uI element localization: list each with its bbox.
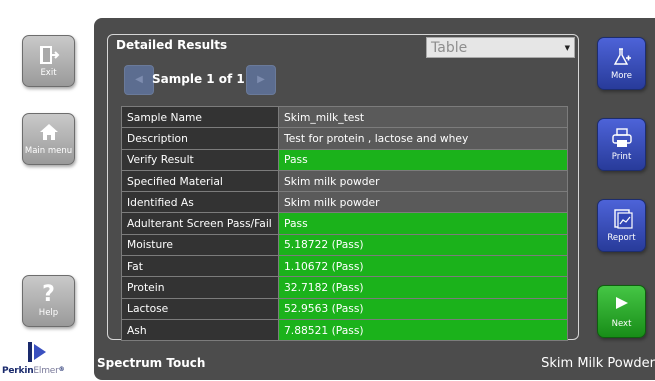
result-label: Moisture <box>121 233 279 257</box>
play-arrow-icon <box>598 295 645 315</box>
help-button[interactable]: ? Help <box>22 275 75 327</box>
result-row: Ash 7.88521 (Pass) <box>121 318 568 342</box>
result-value: Test for protein , lactose and whey <box>278 127 568 150</box>
left-arrow-icon: ◀ <box>135 74 143 85</box>
right-arrow-icon: ▶ <box>257 74 265 85</box>
report-button[interactable]: Report <box>597 199 646 252</box>
result-label: Verify Result <box>121 148 279 171</box>
logo-mark-icon <box>28 342 46 362</box>
next-sample-button[interactable]: ▶ <box>246 65 276 95</box>
app-name: Spectrum Touch <box>97 356 206 370</box>
result-value: 5.18722 (Pass) <box>278 233 568 257</box>
result-value: 32.7182 (Pass) <box>278 276 568 299</box>
panel-title: Detailed Results <box>116 38 228 52</box>
perkinelmer-logo: PerkinElmer® <box>2 340 90 380</box>
print-button[interactable]: Print <box>597 118 646 171</box>
result-value: Pass <box>278 148 568 171</box>
result-value: 52.9563 (Pass) <box>278 297 568 320</box>
report-label: Report <box>607 233 636 243</box>
result-label: Fat <box>121 255 279 278</box>
result-row: Verify Result Pass <box>121 148 568 171</box>
result-row: Specified Material Skim milk powder <box>121 169 568 193</box>
logo-wordmark: PerkinElmer® <box>2 366 65 376</box>
result-label: Lactose <box>121 297 279 320</box>
result-label: Adulterant Screen Pass/Fail <box>121 212 279 235</box>
result-row: Protein 32.7182 (Pass) <box>121 276 568 299</box>
sample-counter: Sample 1 of 1 <box>152 72 245 86</box>
more-button[interactable]: More <box>597 37 646 90</box>
result-label: Specified Material <box>121 169 279 193</box>
result-value: 1.10672 (Pass) <box>278 255 568 278</box>
more-label: More <box>610 71 633 81</box>
results-panel: Detailed Results Table ▼ ◀ Sample 1 of 1… <box>94 18 655 380</box>
result-label: Sample Name <box>121 105 279 129</box>
result-row: Lactose 52.9563 (Pass) <box>121 297 568 320</box>
help-label: Help <box>38 308 59 318</box>
result-row: Adulterant Screen Pass/Fail Pass <box>121 212 568 235</box>
view-select-value: Table <box>431 40 468 56</box>
result-label: Description <box>121 127 279 150</box>
view-select[interactable]: Table ▼ <box>426 37 575 58</box>
dropdown-arrow-icon: ▼ <box>564 44 570 52</box>
main-menu-label: Main menu <box>24 146 73 156</box>
prev-sample-button[interactable]: ◀ <box>124 65 154 95</box>
result-row: Sample Name Skim_milk_test <box>121 105 568 129</box>
material-name: Skim Milk Powder <box>541 356 655 371</box>
report-icon <box>598 209 645 229</box>
exit-button[interactable]: Exit <box>22 35 75 87</box>
printer-icon <box>598 128 645 148</box>
result-row: Fat 1.10672 (Pass) <box>121 255 568 278</box>
result-value: 7.88521 (Pass) <box>278 318 568 342</box>
results-table: Sample Name Skim_milk_test Description Test… <box>121 105 568 342</box>
home-icon <box>23 123 74 143</box>
result-row: Description Test for protein , lactose an… <box>121 127 568 150</box>
result-row: Moisture 5.18722 (Pass) <box>121 233 568 257</box>
result-value: Skim_milk_test <box>278 105 568 129</box>
result-value: Pass <box>278 212 568 235</box>
result-label: Ash <box>121 318 279 342</box>
exit-icon <box>23 45 74 65</box>
result-label: Identified As <box>121 191 279 214</box>
exit-label: Exit <box>40 68 57 78</box>
flask-plus-icon <box>598 47 645 67</box>
result-value: Skim milk powder <box>278 191 568 214</box>
result-value: Skim milk powder <box>278 169 568 193</box>
print-label: Print <box>611 152 632 162</box>
app-root: Exit Main menu ? Help PerkinElmer® Detai… <box>0 0 655 381</box>
question-icon: ? <box>42 282 55 307</box>
result-row: Identified As Skim milk powder <box>121 191 568 214</box>
main-menu-button[interactable]: Main menu <box>22 113 75 165</box>
result-label: Protein <box>121 276 279 299</box>
next-label: Next <box>611 319 632 329</box>
next-button[interactable]: Next <box>597 285 646 338</box>
